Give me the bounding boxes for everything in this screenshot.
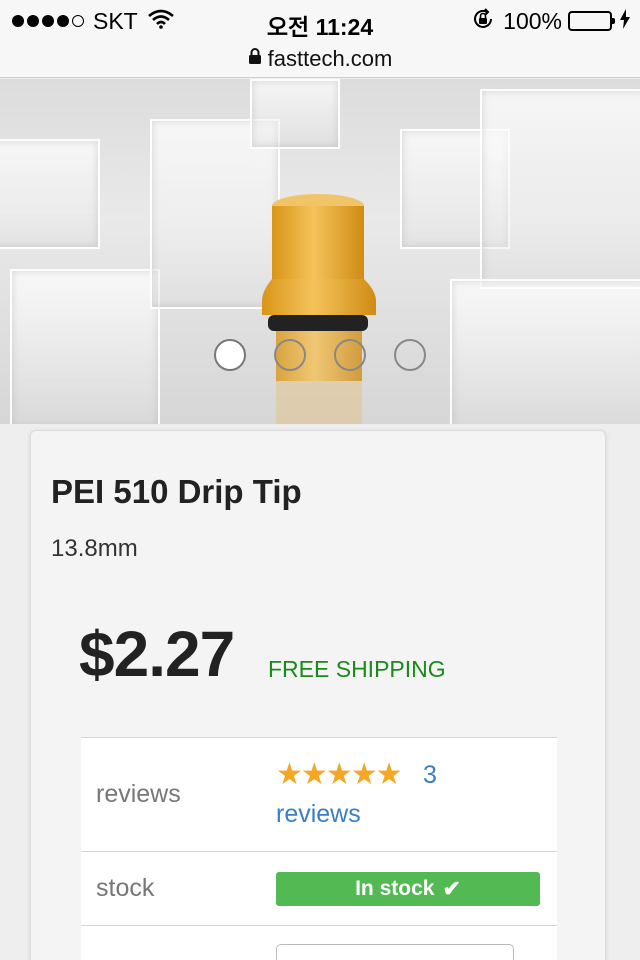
star-icon: ★ <box>350 758 378 791</box>
star-icon: ★ <box>375 758 403 791</box>
battery-percent: 100% <box>503 7 562 34</box>
battery-area: 100% <box>471 8 630 34</box>
star-icon: ★ <box>325 758 353 791</box>
reviews-link[interactable]: reviews <box>276 800 557 829</box>
battery-icon <box>568 11 615 31</box>
product-specs-table: reviews ★ ★ ★ ★ ★ 3 reviews stock In sto… <box>81 737 557 960</box>
option-select[interactable] <box>276 943 514 960</box>
product-subtitle: 13.8mm <box>51 535 138 562</box>
product-card: PEI 510 Drip Tip 13.8mm $2.27 FREE SHIPP… <box>30 430 606 960</box>
table-row <box>81 925 557 960</box>
product-title: PEI 510 Drip Tip <box>51 473 302 510</box>
carousel-indicators <box>0 339 640 371</box>
carousel-dot[interactable] <box>394 339 426 371</box>
rating-stars: ★ ★ ★ ★ ★ <box>276 758 403 791</box>
review-count-link[interactable]: 3 <box>423 761 437 789</box>
free-shipping-label: FREE SHIPPING <box>268 656 446 682</box>
option-value <box>261 925 557 960</box>
status-bar: SKT 오전 11:24 100% <box>0 0 640 40</box>
carousel-dot[interactable] <box>274 339 306 371</box>
carousel-dot[interactable] <box>214 339 246 371</box>
stock-status-text: In stock <box>355 876 435 900</box>
rotation-lock-icon <box>471 7 495 36</box>
stock-label: stock <box>81 851 261 926</box>
checkmark-icon: ✔ <box>442 875 461 901</box>
drip-tip-image <box>262 194 376 424</box>
charging-bolt-icon <box>620 8 630 34</box>
product-price: $2.27 <box>79 618 235 690</box>
star-icon: ★ <box>300 758 328 791</box>
reviews-label: reviews <box>81 737 261 852</box>
in-stock-badge: In stock ✔ <box>276 871 540 906</box>
option-label <box>81 925 261 960</box>
url-text[interactable]: fasttech.com <box>268 46 393 72</box>
table-row: reviews ★ ★ ★ ★ ★ 3 reviews <box>81 737 557 852</box>
address-bar[interactable]: fasttech.com <box>0 40 640 78</box>
lock-icon <box>248 47 262 70</box>
table-row: stock In stock ✔ <box>81 851 557 926</box>
stock-value: In stock ✔ <box>261 851 557 926</box>
product-image-carousel[interactable] <box>0 79 640 424</box>
star-icon: ★ <box>276 758 303 791</box>
reviews-value: ★ ★ ★ ★ ★ 3 reviews <box>261 737 557 852</box>
carousel-dot[interactable] <box>334 339 366 371</box>
